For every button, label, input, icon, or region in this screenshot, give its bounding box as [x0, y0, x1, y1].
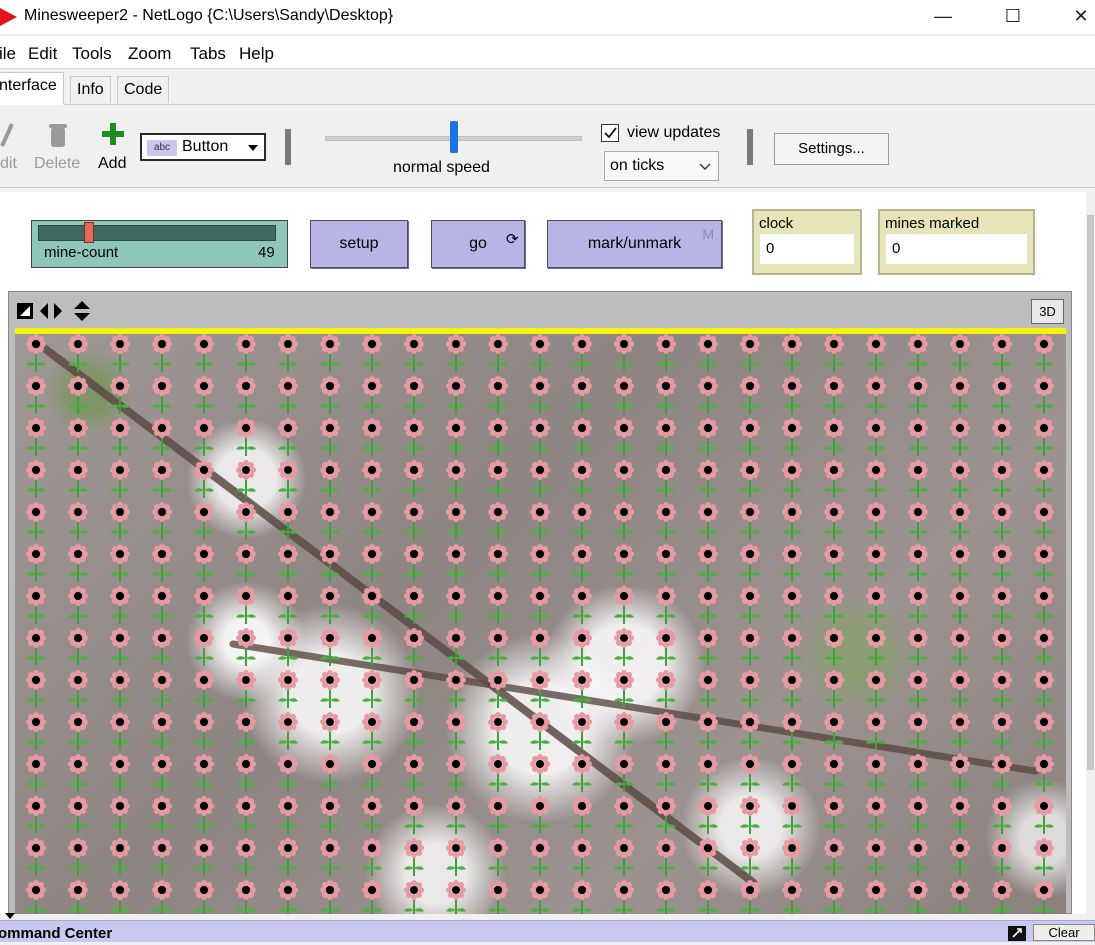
delete-button[interactable]: Delete	[34, 155, 80, 173]
toolbar-separator	[747, 129, 753, 165]
view-size-controls[interactable]	[16, 300, 96, 322]
slider-track[interactable]	[38, 225, 276, 241]
setup-button[interactable]: setup	[310, 220, 408, 268]
mines-marked-monitor: mines marked 0	[878, 209, 1035, 275]
clock-monitor: clock 0	[752, 209, 862, 275]
clock-label: clock	[759, 215, 794, 232]
clock-value: 0	[760, 234, 854, 264]
menu-zoom[interactable]: Zoom	[128, 44, 171, 64]
speed-label: normal speed	[393, 159, 490, 176]
slider-handle[interactable]	[83, 222, 94, 243]
update-mode-value: on ticks	[610, 157, 665, 174]
add-button[interactable]: Add	[98, 155, 126, 173]
widget-type-label: Button	[182, 138, 229, 155]
edit-pencil-icon	[0, 120, 14, 150]
view-updates-checkbox[interactable]	[601, 124, 619, 142]
widget-type-select[interactable]: abc Button	[140, 133, 266, 161]
tab-interface[interactable]: nterface	[0, 72, 64, 105]
go-button[interactable]: go ⟳	[431, 220, 525, 268]
button-widget-icon: abc	[147, 140, 177, 156]
update-mode-select[interactable]: on ticks	[604, 151, 719, 181]
chevron-down-icon	[699, 163, 711, 170]
command-center-bar	[0, 920, 1095, 942]
menu-tools[interactable]: Tools	[72, 44, 112, 64]
clear-button[interactable]: Clear	[1033, 924, 1095, 941]
menu-file[interactable]: ile	[0, 44, 16, 64]
slider-name: mine-count	[44, 244, 119, 261]
mines-marked-value: 0	[886, 234, 1027, 264]
window-title: Minesweeper2 - NetLogo {C:\Users\Sandy\D…	[24, 7, 394, 24]
mark-unmark-button[interactable]: mark/unmark M	[547, 220, 722, 268]
tab-code[interactable]: Code	[117, 76, 170, 103]
maximize-button[interactable]: ☐	[990, 2, 1036, 32]
netlogo-app-icon	[0, 8, 17, 26]
edit-button[interactable]: dit	[0, 155, 17, 173]
chevron-down-icon	[248, 145, 258, 151]
go-button-label: go	[469, 235, 487, 252]
minimize-button[interactable]: —	[920, 2, 966, 32]
patch-flower-grid[interactable]	[15, 334, 1066, 914]
command-center-title: ommand Center	[0, 925, 113, 942]
menu-tabs[interactable]: Tabs	[190, 44, 226, 64]
trash-icon	[49, 122, 67, 148]
toolbar-separator	[285, 129, 291, 165]
menu-help[interactable]: Help	[239, 44, 274, 64]
forever-icon: ⟳	[506, 231, 519, 248]
mark-unmark-label: mark/unmark	[587, 235, 682, 252]
action-key-label: M	[702, 226, 714, 242]
three-d-button[interactable]: 3D	[1031, 299, 1064, 324]
settings-button[interactable]: Settings...	[774, 133, 889, 165]
view-updates-label: view updates	[627, 124, 721, 141]
menu-edit[interactable]: Edit	[28, 44, 57, 64]
slider-value: 49	[258, 244, 275, 261]
add-plus-icon	[102, 123, 124, 145]
close-button[interactable]: ✕	[1058, 2, 1095, 32]
collapse-arrow-icon[interactable]	[5, 913, 15, 919]
expand-icon[interactable]	[1008, 926, 1026, 941]
mines-marked-label: mines marked	[885, 215, 980, 232]
tab-info[interactable]: Info	[70, 76, 111, 103]
speed-slider-thumb[interactable]	[449, 121, 458, 153]
scrollbar-thumb[interactable]	[1087, 215, 1094, 770]
